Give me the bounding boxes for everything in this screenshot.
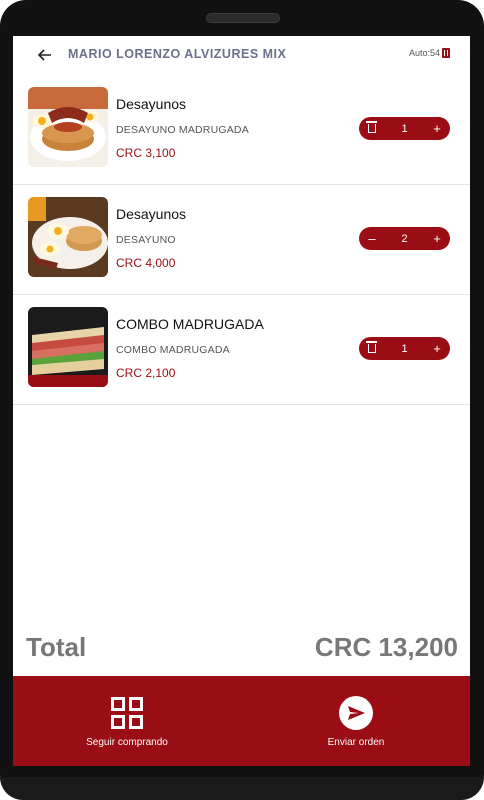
continue-shopping-label: Seguir comprando [86,737,168,748]
bottom-action-bar: Seguir comprando Enviar orden [13,676,470,766]
send-icon [339,696,373,730]
app-header: MARIO LORENZO ALVIZURES MIX Auto:54 [13,36,470,74]
item-name: COMBO MADRUGADA [116,316,264,332]
quantity-value: 2 [401,232,408,245]
trash-icon[interactable] [359,117,385,140]
plus-icon[interactable]: + [424,227,450,250]
trash-icon[interactable] [359,337,385,360]
cart-item: COMBO MADRUGADA COMBO MADRUGADA CRC 2,10… [13,294,470,405]
total-label: Total [26,632,87,662]
device-frame: MARIO LORENZO ALVIZURES MIX Auto:54 Desa… [0,0,484,800]
quantity-stepper: 1 + [359,117,450,140]
cart-item: Desayunos DESAYUNO MADRUGADA CRC 3,100 1… [13,74,470,185]
quantity-value: 1 [401,122,408,135]
item-price: CRC 4,000 [116,256,176,270]
item-description: DESAYUNO [116,234,176,246]
plus-icon[interactable]: + [424,337,450,360]
auto-label: Auto:54 [408,48,440,58]
quantity-stepper: 1 + [359,337,450,360]
speaker-grille [206,13,280,23]
quantity-stepper: – 2 + [359,227,450,250]
item-description: DESAYUNO MADRUGADA [116,124,249,136]
pause-badge-icon [442,48,450,58]
send-order-label: Enviar orden [327,737,385,748]
page-title: MARIO LORENZO ALVIZURES MIX [68,47,287,61]
quantity-value: 1 [401,342,408,355]
device-bottom-bezel [0,777,484,800]
total-value: CRC 13,200 [314,632,458,662]
plus-icon[interactable]: + [424,117,450,140]
cart-item: Desayunos DESAYUNO CRC 4,000 – 2 + [13,184,470,295]
minus-icon[interactable]: – [359,227,385,250]
item-price: CRC 3,100 [116,146,176,160]
app-screen: MARIO LORENZO ALVIZURES MIX Auto:54 Desa… [13,36,470,766]
item-name: Desayunos [116,206,187,222]
food-image-breakfast [28,197,108,277]
grid-icon [110,696,144,730]
continue-shopping-button[interactable]: Seguir comprando [13,676,241,766]
item-name: Desayunos [116,96,187,112]
item-price: CRC 2,100 [116,366,176,380]
send-order-button[interactable]: Enviar orden [242,676,470,766]
auto-indicator: Auto:54 [409,48,450,58]
food-image-sandwich [28,307,108,387]
back-arrow-icon[interactable] [35,45,55,65]
food-image-pancakes [28,87,108,167]
item-description: COMBO MADRUGADA [116,344,230,356]
